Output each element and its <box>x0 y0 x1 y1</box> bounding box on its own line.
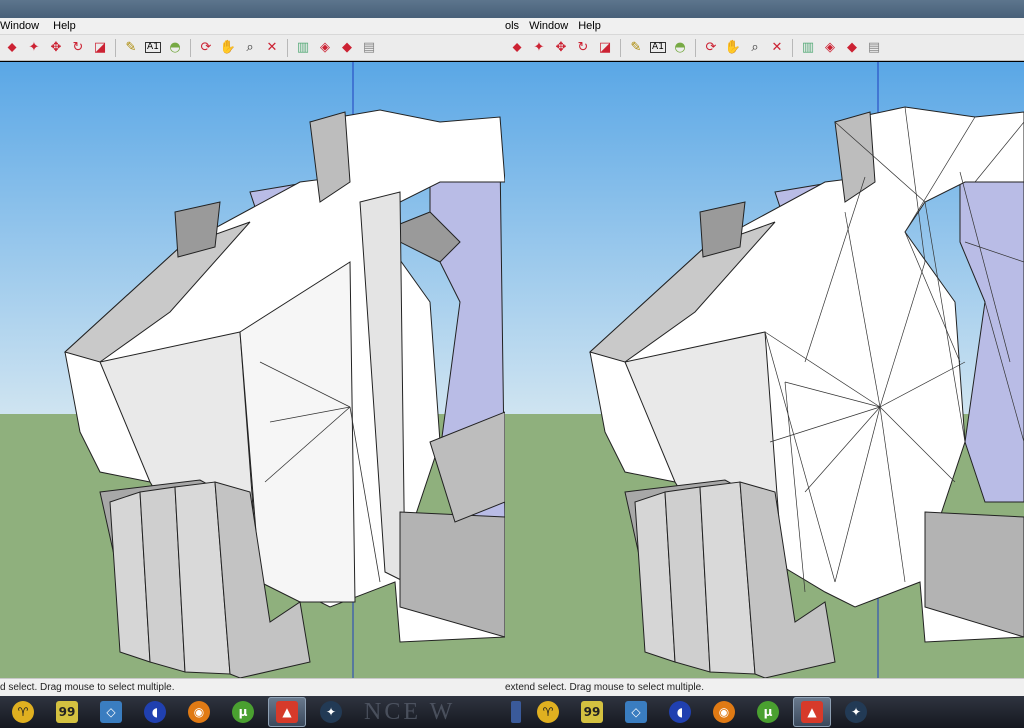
sketchup-window-left: Window Help ⬥ ✦ ✥ ↻ ◪ ✎ A1 ◓ ⟳ ✋ ⌕ ✕ ▥ ◈… <box>0 0 505 728</box>
status-bar: extend select. Drag mouse to select mult… <box>505 678 1024 696</box>
menu-bar: ols Window Help <box>505 18 1024 35</box>
toolbar-separator <box>287 38 288 57</box>
send-to-layout-icon[interactable]: ▤ <box>359 38 379 58</box>
app-icon-a[interactable]: ♈ <box>529 697 567 727</box>
model-render-triangulated <box>505 62 1024 678</box>
get-models-icon[interactable]: ▥ <box>293 38 313 58</box>
title-bar <box>0 0 505 18</box>
orbit-icon[interactable]: ⟳ <box>701 38 721 58</box>
push-pull-icon[interactable]: ⬥ <box>2 38 22 58</box>
app-icon-partial[interactable] <box>509 697 523 727</box>
taskbar: ♈ 99 ◇ ◖ ◉ µ ▲ ✦ NCE W <box>0 696 505 728</box>
toolbar-separator <box>695 38 696 57</box>
follow-me-icon[interactable]: ✦ <box>529 38 549 58</box>
app-icon-b[interactable]: 99 <box>48 697 86 727</box>
blender-icon[interactable]: ◉ <box>705 697 743 727</box>
sketchup-icon[interactable]: ▲ <box>268 697 306 727</box>
network-icon[interactable]: ✦ <box>837 697 875 727</box>
taskbar-watermark: NCE W <box>364 698 456 725</box>
rotate-icon[interactable]: ↻ <box>573 38 593 58</box>
utorrent-icon[interactable]: µ <box>224 697 262 727</box>
menu-window[interactable]: Window <box>529 20 568 32</box>
model-render <box>0 62 505 678</box>
audio-icon[interactable]: ◖ <box>661 697 699 727</box>
text-icon[interactable]: A1 <box>648 38 668 58</box>
components-icon[interactable]: ◆ <box>337 38 357 58</box>
text-icon[interactable]: A1 <box>143 38 163 58</box>
scale-icon[interactable]: ◪ <box>595 38 615 58</box>
share-model-icon[interactable]: ◈ <box>820 38 840 58</box>
sketchup-icon[interactable]: ▲ <box>793 697 831 727</box>
app-icon-b[interactable]: 99 <box>573 697 611 727</box>
utorrent-icon[interactable]: µ <box>749 697 787 727</box>
app-icon-c[interactable]: ◇ <box>92 697 130 727</box>
app-icon-c[interactable]: ◇ <box>617 697 655 727</box>
zoom-extents-icon[interactable]: ✕ <box>262 38 282 58</box>
get-models-icon[interactable]: ▥ <box>798 38 818 58</box>
tape-measure-icon[interactable]: ✎ <box>626 38 646 58</box>
follow-me-icon[interactable]: ✦ <box>24 38 44 58</box>
rotate-icon[interactable]: ↻ <box>68 38 88 58</box>
3d-viewport[interactable] <box>505 62 1024 678</box>
paint-bucket-icon[interactable]: ◓ <box>165 38 185 58</box>
network-icon[interactable]: ✦ <box>312 697 350 727</box>
scale-icon[interactable]: ◪ <box>90 38 110 58</box>
blender-icon[interactable]: ◉ <box>180 697 218 727</box>
share-model-icon[interactable]: ◈ <box>315 38 335 58</box>
toolbar-separator <box>115 38 116 57</box>
taskbar: ♈ 99 ◇ ◖ ◉ µ ▲ ✦ <box>505 696 1024 728</box>
menu-help[interactable]: Help <box>578 20 601 32</box>
zoom-extents-icon[interactable]: ✕ <box>767 38 787 58</box>
3d-viewport[interactable] <box>0 62 505 678</box>
app-icon-a[interactable]: ♈ <box>4 697 42 727</box>
components-icon[interactable]: ◆ <box>842 38 862 58</box>
toolbar-separator <box>620 38 621 57</box>
toolbar: ⬥ ✦ ✥ ↻ ◪ ✎ A1 ◓ ⟳ ✋ ⌕ ✕ ▥ ◈ ◆ ▤ <box>505 35 1024 61</box>
toolbar-separator <box>190 38 191 57</box>
menu-bar: Window Help <box>0 18 505 35</box>
move-icon[interactable]: ✥ <box>46 38 66 58</box>
tape-measure-icon[interactable]: ✎ <box>121 38 141 58</box>
pan-icon[interactable]: ✋ <box>218 38 238 58</box>
zoom-icon[interactable]: ⌕ <box>745 38 765 58</box>
paint-bucket-icon[interactable]: ◓ <box>670 38 690 58</box>
pan-icon[interactable]: ✋ <box>723 38 743 58</box>
push-pull-icon[interactable]: ⬥ <box>507 38 527 58</box>
toolbar-separator <box>792 38 793 57</box>
menu-window[interactable]: Window <box>0 20 39 32</box>
orbit-icon[interactable]: ⟳ <box>196 38 216 58</box>
move-icon[interactable]: ✥ <box>551 38 571 58</box>
sketchup-window-right: ols Window Help ⬥ ✦ ✥ ↻ ◪ ✎ A1 ◓ ⟳ ✋ ⌕ ✕… <box>505 0 1024 728</box>
menu-help[interactable]: Help <box>53 20 76 32</box>
zoom-icon[interactable]: ⌕ <box>240 38 260 58</box>
menu-tools[interactable]: ols <box>505 20 519 32</box>
send-to-layout-icon[interactable]: ▤ <box>864 38 884 58</box>
status-bar: d select. Drag mouse to select multiple. <box>0 678 505 696</box>
toolbar: ⬥ ✦ ✥ ↻ ◪ ✎ A1 ◓ ⟳ ✋ ⌕ ✕ ▥ ◈ ◆ ▤ <box>0 35 505 61</box>
title-bar <box>505 0 1024 18</box>
audio-icon[interactable]: ◖ <box>136 697 174 727</box>
